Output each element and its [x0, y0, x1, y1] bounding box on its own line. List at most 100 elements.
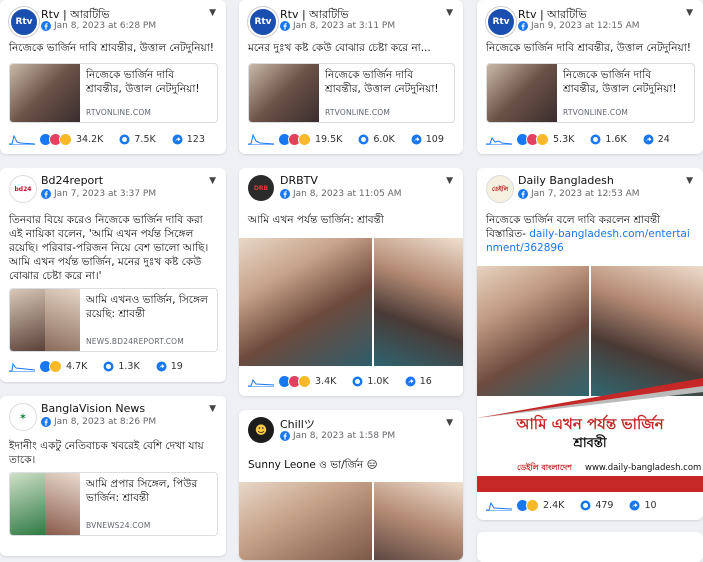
reactions-count[interactable]: 34.2K [76, 134, 103, 145]
post-time[interactable]: Jan 8, 2023 at 8:26 PM [54, 417, 156, 427]
post-image[interactable] [239, 238, 463, 366]
post-card: Rtv Rtv | আরটিভি Jan 9, 2023 at 12:15 AM… [477, 0, 703, 154]
shares-count[interactable]: 109 [426, 134, 444, 145]
sparkline-icon [248, 133, 274, 145]
shares-count[interactable]: 24 [658, 134, 670, 145]
reactions-icon [516, 132, 549, 146]
post-card: ✶ BanglaVision News Jan 8, 2023 at 8:26 … [0, 396, 226, 556]
page-avatar[interactable]: Rtv [9, 7, 39, 37]
chevron-down-icon[interactable]: ▼ [446, 418, 453, 428]
post-text: নিজেকে ভার্জিন বলে দাবি করলেন শ্রাবন্তী … [486, 213, 695, 255]
page-avatar[interactable]: Rtv [486, 7, 516, 37]
link-title: আমি প্রপার সিঙ্গেল, পিউর ভার্জিন: শ্রাবন… [86, 478, 198, 504]
facebook-icon [280, 21, 290, 31]
banner-url: www.daily-bangladesh.com [585, 463, 702, 473]
post-time[interactable]: Jan 7, 2023 at 3:37 PM [54, 189, 156, 199]
sparkline-icon [486, 136, 512, 145]
link-preview[interactable]: নিজেকে ভার্জিন দাবি শ্রাবন্তীর, উত্তাল ন… [9, 63, 218, 123]
reactions-count[interactable]: 19.5K [315, 134, 342, 145]
page-avatar[interactable]: DRB [248, 175, 274, 201]
comment-icon [580, 500, 591, 510]
post-text-line: নিজেকে ভার্জিন বলে দাবি করলেন শ্রাবন্তী [486, 214, 661, 226]
comments-count[interactable]: 1.0K [367, 376, 388, 387]
link-title: নিজেকে ভার্জিন দাবি শ্রাবন্তীর, উত্তাল ন… [325, 69, 439, 95]
comment-icon [119, 134, 130, 144]
sparkline-icon [486, 501, 512, 511]
comments-count[interactable]: 1.3K [118, 361, 139, 372]
post-card: DRB DRBTV Jan 8, 2023 at 11:05 AM ▼ আমি … [239, 168, 463, 396]
shares-count[interactable]: 10 [644, 500, 656, 511]
page-avatar[interactable]: Rtv [248, 7, 278, 37]
shares-count[interactable]: 16 [420, 376, 432, 387]
facebook-icon [41, 417, 51, 427]
reactions-count[interactable]: 2.4K [543, 500, 564, 511]
banner-name: শ্রাবন্তী [573, 436, 607, 451]
facebook-icon [41, 189, 51, 199]
chevron-down-icon[interactable]: ▼ [686, 176, 693, 186]
post-card: Rtv Rtv | আরটিভি Jan 8, 2023 at 6:28 PM … [0, 0, 226, 154]
link-preview[interactable]: নিজেকে ভার্জিন দাবি শ্রাবন্তীর, উত্তাল ন… [248, 63, 455, 123]
reactions-icon [278, 132, 311, 146]
reactions-count[interactable]: 5.3K [553, 134, 574, 145]
chevron-down-icon[interactable]: ▼ [446, 176, 453, 186]
details-label: বিস্তারিত- [486, 228, 526, 240]
post-time[interactable]: Jan 9, 2023 at 12:15 AM [531, 21, 640, 31]
sparkline-icon [9, 134, 35, 145]
comments-count[interactable]: 479 [595, 500, 613, 511]
page-avatar[interactable]: ✶ [9, 403, 37, 431]
post-time[interactable]: Jan 8, 2023 at 6:28 PM [54, 21, 156, 31]
comments-count[interactable]: 7.5K [134, 134, 155, 145]
post-text: তিনবার বিয়ে করেও নিজেকে ভার্জিন দাবি কর… [9, 214, 209, 282]
share-icon [411, 134, 422, 144]
link-domain: RTVONLINE.COM [563, 108, 629, 117]
comments-count[interactable]: 1.6K [605, 134, 626, 145]
link-thumbnail [10, 64, 80, 122]
shares-count[interactable]: 19 [171, 361, 183, 372]
page-name[interactable]: DRBTV [280, 174, 318, 187]
page-name[interactable]: BanglaVision News [41, 402, 145, 415]
link-preview[interactable]: আমি এখনও ভার্জিন, সিঙ্গেল রয়েছি: শ্রাবন… [9, 288, 218, 352]
share-icon [172, 134, 183, 144]
facebook-icon [280, 189, 290, 199]
page-avatar[interactable]: bd24 [9, 175, 37, 203]
page-avatar[interactable]: ☻ [248, 417, 274, 443]
share-icon [405, 376, 416, 386]
shares-count[interactable]: 123 [187, 134, 205, 145]
sparkline-icon [248, 378, 274, 387]
link-preview[interactable]: নিজেকে ভার্জিন দাবি শ্রাবন্তীর, উত্তাল ন… [486, 63, 695, 123]
post-text: নিজেকে ভার্জিন দাবি শ্রাবন্তীর, উত্তাল ন… [9, 42, 214, 54]
page-name[interactable]: Daily Bangladesh [518, 174, 614, 187]
facebook-icon [41, 21, 51, 31]
post-time[interactable]: Jan 8, 2023 at 11:05 AM [293, 189, 402, 199]
link-domain: NEWS.BD24REPORT.COM [86, 337, 184, 346]
link-preview[interactable]: আমি প্রপার সিঙ্গেল, পিউর ভার্জিন: শ্রাবন… [9, 472, 218, 536]
post-time[interactable]: Jan 7, 2023 at 12:53 AM [531, 189, 640, 199]
chevron-down-icon[interactable]: ▼ [446, 8, 453, 18]
share-icon [629, 500, 640, 510]
comments-count[interactable]: 6.0K [373, 134, 394, 145]
post-image[interactable]: আমি এখন পর্যন্ত ভার্জিন শ্রাবন্তী ডেইলি … [477, 266, 703, 492]
link-thumbnail [487, 64, 557, 122]
post-card: Rtv Rtv | আরটিভি Jan 8, 2023 at 3:11 PM … [239, 0, 463, 154]
post-image[interactable] [239, 482, 463, 560]
comment-icon [590, 134, 601, 144]
reactions-count[interactable]: 4.7K [66, 361, 87, 372]
chevron-down-icon[interactable]: ▼ [209, 176, 216, 186]
link-thumbnail [10, 289, 80, 351]
reactions-icon [516, 498, 539, 512]
reactions-count[interactable]: 3.4K [315, 376, 336, 387]
reactions-icon [39, 359, 62, 373]
post-time[interactable]: Jan 8, 2023 at 1:58 PM [293, 431, 395, 441]
comment-icon [103, 361, 114, 371]
facebook-icon [280, 431, 290, 441]
page-name[interactable]: Bd24report [41, 174, 103, 187]
page-avatar[interactable]: ডেইলি [486, 175, 514, 203]
page-name[interactable]: Chillツ [280, 416, 315, 432]
post-time[interactable]: Jan 8, 2023 at 3:11 PM [293, 21, 395, 31]
chevron-down-icon[interactable]: ▼ [209, 8, 216, 18]
post-text: আমি এখন পর্যন্ত ভার্জিন: শ্রাবন্তী [248, 214, 384, 226]
banner-brand: ডেইলি বাংলাদেশ [517, 463, 572, 472]
chevron-down-icon[interactable]: ▼ [686, 8, 693, 18]
link-thumbnail [249, 64, 319, 122]
chevron-down-icon[interactable]: ▼ [209, 404, 216, 414]
